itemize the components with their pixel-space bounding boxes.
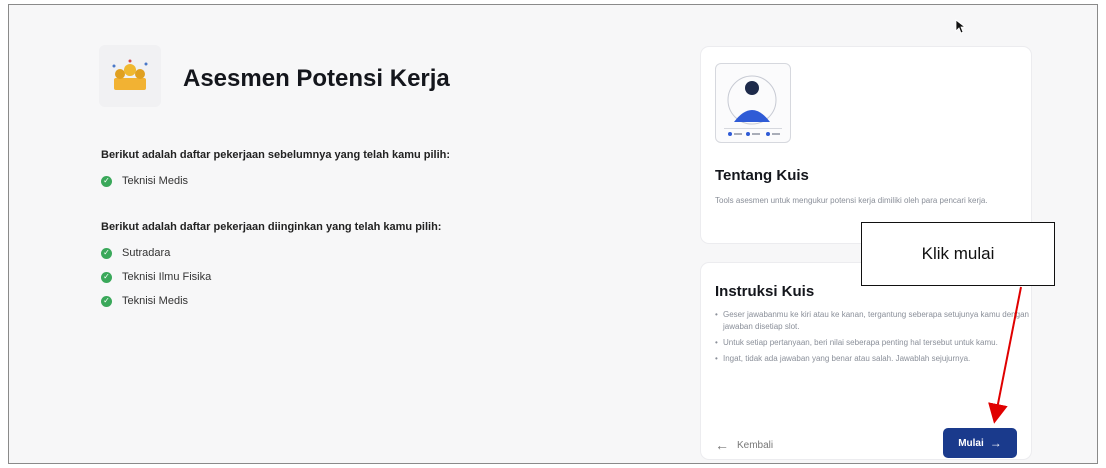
callout-arrow-icon (988, 286, 1022, 424)
